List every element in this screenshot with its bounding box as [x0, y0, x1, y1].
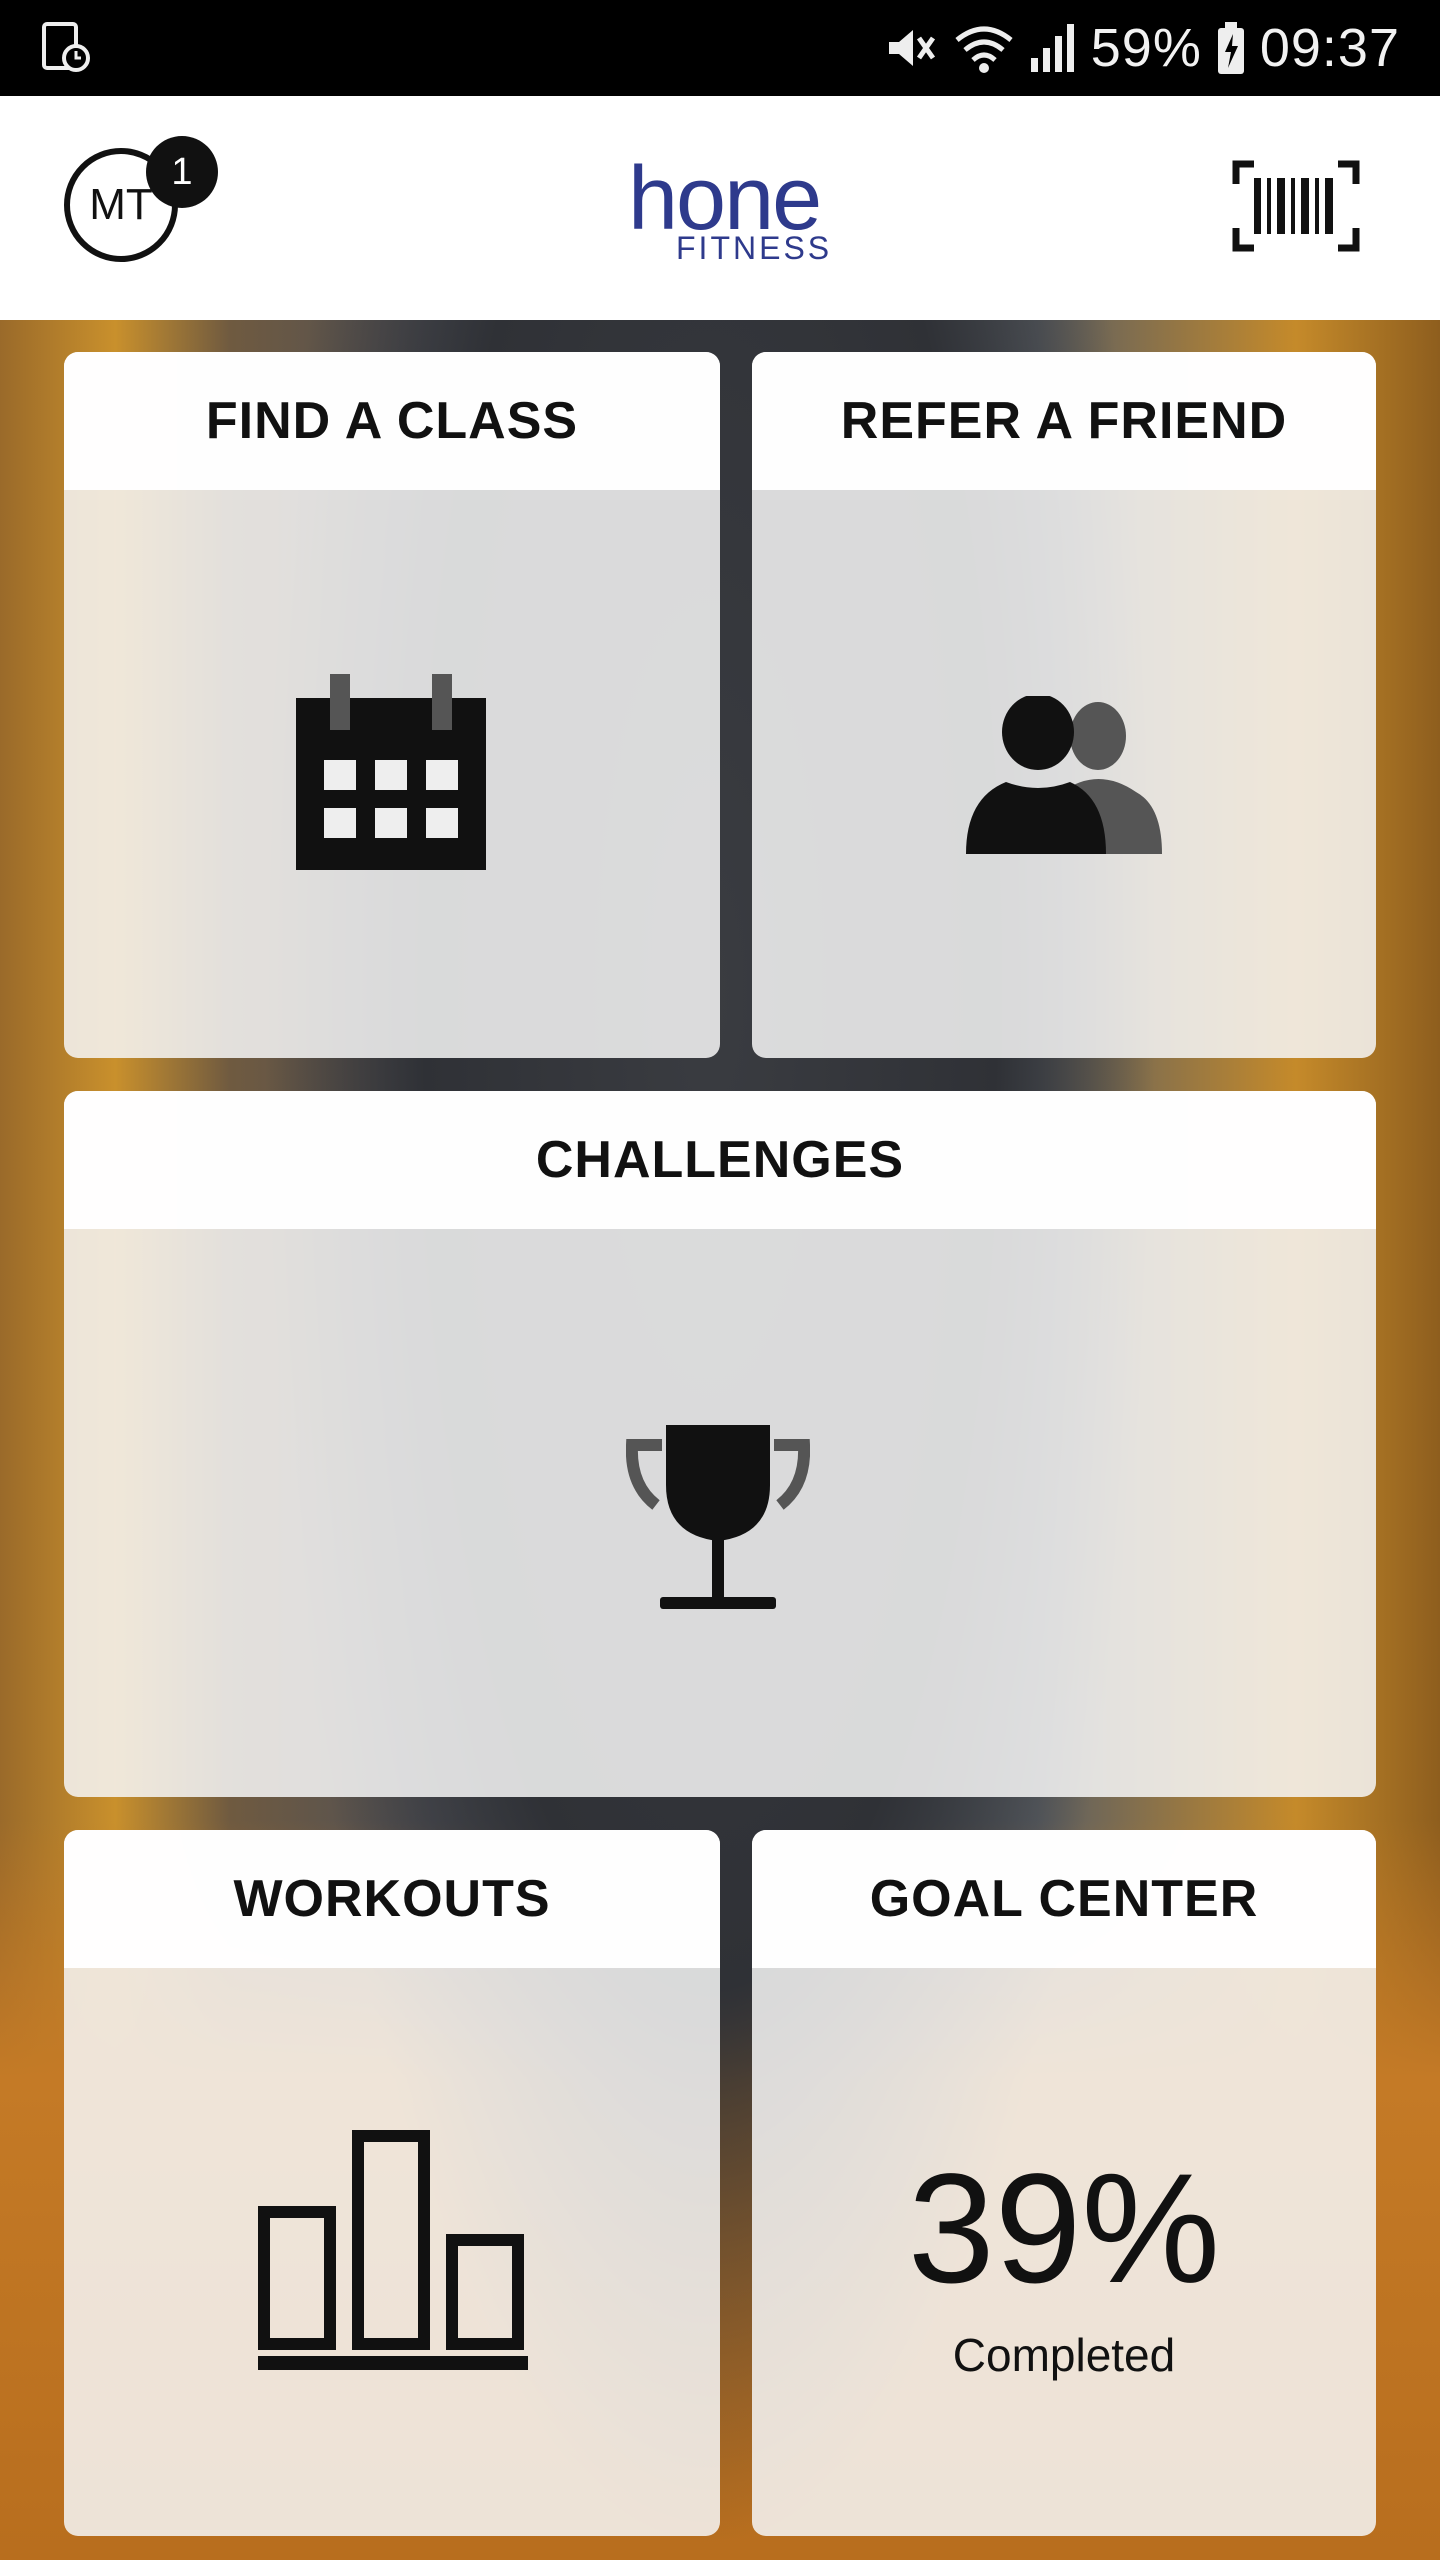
barcode-scan-icon[interactable] [1232, 160, 1360, 252]
avatar-initials: MT [89, 180, 153, 229]
wifi-icon [955, 26, 1013, 73]
refer-friend-tile[interactable]: REFER A FRIEND [752, 352, 1376, 1058]
notification-count: 1 [171, 150, 193, 193]
battery-percent: 59% [1090, 18, 1202, 78]
find-class-title: FIND A CLASS [64, 352, 720, 490]
hone-fitness-logo: hone FITNESS [620, 149, 829, 266]
notification-badge[interactable]: 1 [146, 136, 218, 208]
challenges-tile[interactable]: CHALLENGES [64, 1091, 1376, 1797]
find-class-tile[interactable]: FIND A CLASS [64, 352, 720, 1058]
workouts-title: WORKOUTS [64, 1830, 720, 1968]
goal-center-tile[interactable]: GOAL CENTER 39% Completed [752, 1830, 1376, 2536]
bar-chart-icon [258, 2130, 528, 2370]
app-header: MT 1 hone FITNESS [0, 96, 1440, 320]
goal-center-title: GOAL CENTER [752, 1830, 1376, 1968]
screen-timeout-icon [42, 22, 90, 72]
mute-icon [888, 30, 935, 66]
challenges-title: CHALLENGES [64, 1091, 1376, 1229]
calendar-icon [296, 674, 486, 870]
battery-charging-icon [1217, 22, 1244, 74]
goal-progress-label: Completed [952, 2329, 1176, 2381]
goal-progress-value: 39% [907, 2142, 1221, 2316]
status-bar: 59% 09:37 [0, 0, 1440, 96]
users-icon [966, 696, 1162, 854]
clock: 09:37 [1259, 18, 1400, 78]
trophy-icon [626, 1425, 810, 1609]
logo-subtitle: FITNESS [676, 230, 833, 266]
refer-friend-title: REFER A FRIEND [752, 352, 1376, 490]
workouts-tile[interactable]: WORKOUTS [64, 1830, 720, 2536]
signal-icon [1030, 24, 1074, 72]
